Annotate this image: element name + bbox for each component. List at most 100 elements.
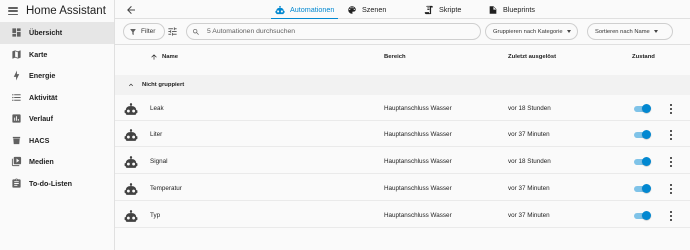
- hacs-icon: [10, 134, 22, 146]
- dots-vertical-icon[interactable]: [668, 210, 674, 222]
- filter-button[interactable]: Filter: [123, 23, 165, 40]
- dots-vertical-icon[interactable]: [668, 183, 674, 195]
- sidebar-item-medien[interactable]: Medien: [0, 151, 114, 173]
- tune-icon[interactable]: [166, 25, 179, 38]
- view-dashboard-icon: [10, 27, 22, 39]
- enabled-toggle[interactable]: [633, 184, 651, 193]
- column-label: Zustand: [632, 54, 655, 60]
- sidebar-item-label: Energie: [29, 71, 56, 81]
- robot-icon: [124, 155, 138, 169]
- sidebar-item-label: Medien: [29, 157, 54, 167]
- caret-down-icon: [566, 30, 571, 33]
- tab-automationen[interactable]: Automationen: [270, 0, 339, 20]
- sort-by-label: Sortieren nach Name: [595, 28, 650, 35]
- column-header-name[interactable]: Name: [150, 46, 178, 68]
- sidebar-item-aktivitaet[interactable]: Aktivität: [0, 87, 114, 109]
- sidebar-item-label: Übersicht: [29, 28, 63, 38]
- toolbar: Filter Gruppieren nach Kategorie Sortier…: [115, 19, 690, 45]
- table-header: Name Bereich Zuletzt ausgelöst Zustand: [115, 46, 690, 68]
- robot-icon: [275, 5, 285, 15]
- sidebar-item-label: To-do-Listen: [29, 178, 72, 188]
- sidebar-item-hacs[interactable]: HACS: [0, 130, 114, 152]
- filter-label: Filter: [141, 28, 156, 35]
- dots-vertical-icon[interactable]: [668, 103, 674, 115]
- arrow-up-icon: [150, 53, 158, 61]
- app-title: Home Assistant: [26, 5, 106, 17]
- arrow-left-icon[interactable]: [125, 3, 137, 15]
- tab-label: Automationen: [290, 5, 335, 14]
- sidebar-item-energie[interactable]: Energie: [0, 65, 114, 87]
- cell-area: Hauptanschluss Wasser: [384, 185, 452, 192]
- search-field[interactable]: [186, 23, 481, 40]
- palette-icon: [347, 5, 357, 15]
- sidebar-item-label: Aktivität: [29, 92, 58, 102]
- enabled-toggle[interactable]: [633, 157, 651, 166]
- enabled-toggle[interactable]: [633, 104, 651, 113]
- robot-icon: [124, 128, 138, 142]
- clipboard-list-icon: [10, 177, 22, 189]
- cell-area: Hauptanschluss Wasser: [384, 212, 452, 219]
- robot-icon: [124, 182, 138, 196]
- robot-icon: [124, 209, 138, 223]
- table-row[interactable]: Typ Hauptanschluss Wasser vor 37 Minuten: [115, 203, 690, 228]
- column-header-state[interactable]: Zustand: [632, 46, 655, 68]
- sidebar-item-label: Karte: [29, 49, 48, 59]
- group-by-label: Gruppieren nach Kategorie: [493, 28, 563, 35]
- column-label: Name: [162, 54, 179, 60]
- cell-name: Typ: [150, 212, 161, 219]
- sidebar-item-karte[interactable]: Karte: [0, 44, 114, 66]
- sidebar-item-verlauf[interactable]: Verlauf: [0, 108, 114, 130]
- search-input[interactable]: [207, 28, 467, 35]
- menu-icon[interactable]: [8, 7, 18, 15]
- sidebar-item-uebersicht[interactable]: Übersicht: [0, 22, 114, 44]
- sort-by-dropdown[interactable]: Sortieren nach Name: [587, 23, 673, 40]
- group-label: Nicht gruppiert: [142, 82, 185, 88]
- chart-box-icon: [10, 113, 22, 125]
- cell-area: Hauptanschluss Wasser: [384, 158, 452, 165]
- group-header[interactable]: Nicht gruppiert: [115, 75, 690, 95]
- group-by-dropdown[interactable]: Gruppieren nach Kategorie: [485, 23, 578, 40]
- cell-name: Leak: [150, 105, 164, 112]
- robot-icon: [124, 102, 138, 116]
- table-row[interactable]: Temperatur Hauptanschluss Wasser vor 37 …: [115, 176, 690, 201]
- automations-table: Name Bereich Zuletzt ausgelöst Zustand N…: [115, 46, 690, 250]
- sidebar: Home Assistant Übersicht Karte Energie A…: [0, 0, 115, 250]
- sidebar-item-todo[interactable]: To-do-Listen: [0, 173, 114, 195]
- cell-last-triggered: vor 37 Minuten: [508, 185, 550, 192]
- enabled-toggle[interactable]: [633, 130, 651, 139]
- chevron-up-icon[interactable]: [127, 81, 135, 89]
- column-header-area[interactable]: Bereich: [384, 46, 406, 68]
- column-label: Zuletzt ausgelöst: [508, 54, 557, 60]
- tab-label: Skripte: [439, 5, 462, 14]
- paper-outline-icon: [488, 5, 498, 15]
- table-row[interactable]: Liter Hauptanschluss Wasser vor 37 Minut…: [115, 122, 690, 147]
- column-header-last-triggered[interactable]: Zuletzt ausgelöst: [508, 46, 556, 68]
- tab-blueprints[interactable]: Blueprints: [488, 0, 535, 19]
- cell-last-triggered: vor 18 Stunden: [508, 105, 551, 112]
- cell-last-triggered: vor 37 Minuten: [508, 131, 550, 138]
- cell-name: Temperatur: [150, 185, 182, 192]
- dots-vertical-icon[interactable]: [668, 129, 674, 141]
- cell-area: Hauptanschluss Wasser: [384, 131, 452, 138]
- sidebar-header: Home Assistant: [0, 0, 114, 22]
- map-icon: [10, 48, 22, 60]
- dots-vertical-icon[interactable]: [668, 156, 674, 168]
- cell-name: Liter: [150, 131, 163, 138]
- caret-down-icon: [653, 30, 658, 33]
- sidebar-item-label: HACS: [29, 135, 50, 145]
- column-label: Bereich: [384, 54, 406, 60]
- script-text-icon: [424, 5, 434, 15]
- cell-area: Hauptanschluss Wasser: [384, 105, 452, 112]
- top-bar: Automationen Szenen Skripte Blueprints: [115, 0, 690, 20]
- filter-icon: [130, 28, 136, 35]
- format-list-bulleted-icon: [10, 91, 22, 103]
- tab-label: Blueprints: [503, 5, 535, 14]
- cell-last-triggered: vor 18 Stunden: [508, 158, 551, 165]
- tab-szenen[interactable]: Szenen: [347, 0, 386, 19]
- table-row[interactable]: Signal Hauptanschluss Wasser vor 18 Stun…: [115, 149, 690, 174]
- enabled-toggle[interactable]: [633, 211, 651, 220]
- sidebar-item-label: Verlauf: [29, 114, 53, 124]
- table-row[interactable]: Leak Hauptanschluss Wasser vor 18 Stunde…: [115, 96, 690, 121]
- tab-skripte[interactable]: Skripte: [424, 0, 461, 19]
- search-icon: [193, 28, 199, 35]
